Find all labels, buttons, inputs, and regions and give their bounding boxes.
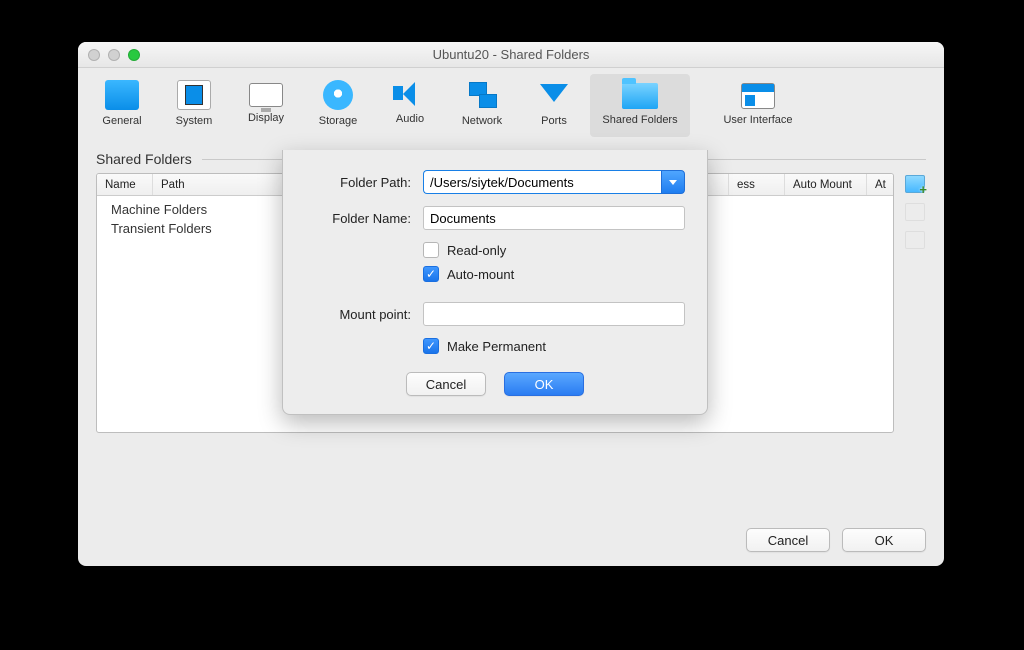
read-only-checkbox[interactable]	[423, 242, 439, 258]
mount-point-input[interactable]	[423, 302, 685, 326]
minimize-window-button[interactable]	[108, 49, 120, 61]
window-footer: Cancel OK	[96, 516, 926, 552]
tab-shared-folders[interactable]: Shared Folders	[590, 74, 690, 137]
label-folder-name: Folder Name:	[305, 211, 423, 226]
tab-storage[interactable]: Storage	[302, 74, 374, 137]
dialog-ok-button[interactable]: OK	[504, 372, 584, 396]
folder-path-dropdown[interactable]	[661, 170, 685, 194]
read-only-label: Read-only	[447, 243, 506, 258]
window-title: Ubuntu20 - Shared Folders	[78, 47, 944, 62]
window-controls	[78, 49, 140, 61]
label-folder-path: Folder Path:	[305, 175, 423, 190]
table-toolbar	[904, 173, 926, 516]
folder-path-combo	[423, 170, 685, 194]
settings-toolbar: General System Display Storage Audio Net…	[78, 68, 944, 137]
ok-button[interactable]: OK	[842, 528, 926, 552]
cancel-button[interactable]: Cancel	[746, 528, 830, 552]
add-folder-button[interactable]	[905, 175, 925, 193]
chip-icon	[177, 80, 211, 110]
tab-system[interactable]: System	[158, 74, 230, 137]
col-automount[interactable]: Auto Mount	[785, 174, 867, 195]
folder-path-input[interactable]	[423, 170, 661, 194]
titlebar: Ubuntu20 - Shared Folders	[78, 42, 944, 68]
ports-icon	[537, 80, 571, 110]
tab-ports[interactable]: Ports	[518, 74, 590, 137]
auto-mount-label: Auto-mount	[447, 267, 514, 282]
folder-name-input[interactable]	[423, 206, 685, 230]
speaker-icon	[393, 80, 427, 108]
tab-display[interactable]: Display	[230, 74, 302, 137]
disk-icon	[323, 80, 353, 110]
tab-general[interactable]: General	[86, 74, 158, 137]
make-permanent-checkbox[interactable]	[423, 338, 439, 354]
add-share-dialog: Folder Path: Folder Name: Read-only Auto…	[282, 150, 708, 415]
dialog-cancel-button[interactable]: Cancel	[406, 372, 486, 396]
close-window-button[interactable]	[88, 49, 100, 61]
label-mount-point: Mount point:	[305, 307, 423, 322]
edit-folder-button	[905, 203, 925, 221]
auto-mount-checkbox[interactable]	[423, 266, 439, 282]
col-name[interactable]: Name	[97, 174, 153, 195]
network-icon	[465, 80, 499, 110]
zoom-window-button[interactable]	[128, 49, 140, 61]
tab-user-interface[interactable]: User Interface	[708, 74, 808, 137]
tab-network[interactable]: Network	[446, 74, 518, 137]
remove-folder-button	[905, 231, 925, 249]
window-layout-icon	[741, 83, 775, 109]
display-icon	[249, 83, 283, 107]
section-title: Shared Folders	[96, 151, 192, 167]
col-at[interactable]: At	[867, 174, 893, 195]
col-access[interactable]: ess	[729, 174, 785, 195]
monitor-icon	[105, 80, 139, 110]
tab-audio[interactable]: Audio	[374, 74, 446, 137]
make-permanent-label: Make Permanent	[447, 339, 546, 354]
folder-icon	[622, 83, 658, 109]
